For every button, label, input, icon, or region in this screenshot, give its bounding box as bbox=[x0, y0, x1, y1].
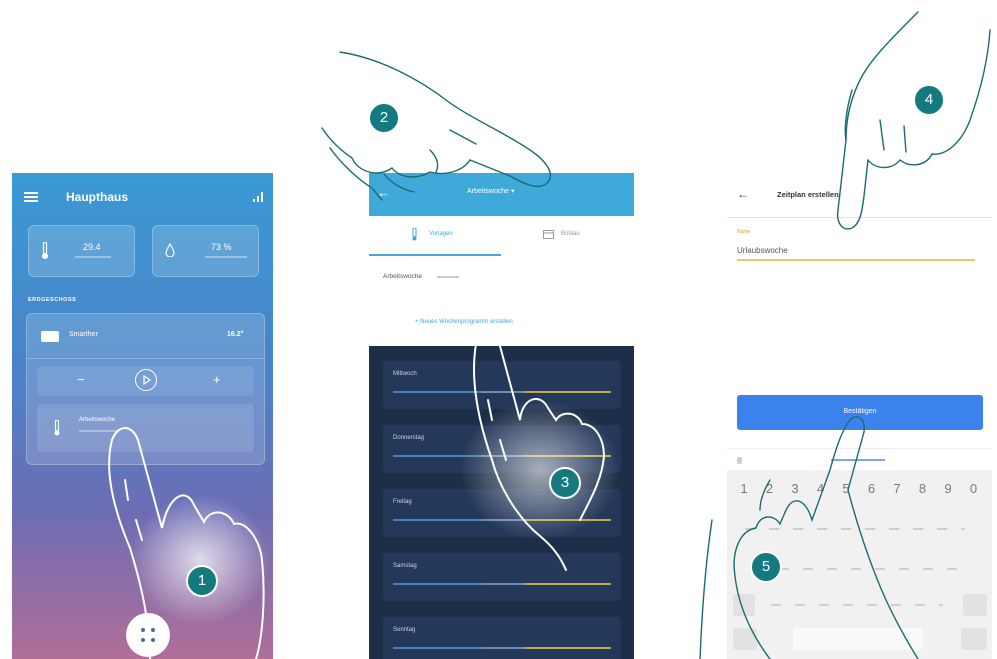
thermometer-icon bbox=[42, 242, 48, 259]
day-label: Freitag bbox=[393, 499, 412, 505]
field-label: Name bbox=[737, 229, 751, 235]
day-label: Mittwoch bbox=[393, 371, 417, 377]
key-0[interactable]: 0 bbox=[963, 476, 985, 502]
symbols-key[interactable] bbox=[733, 628, 757, 650]
back-arrow-icon[interactable]: ← bbox=[737, 187, 749, 201]
thermometer-icon bbox=[54, 420, 60, 436]
control-row: − + bbox=[37, 366, 254, 396]
backspace-key[interactable] bbox=[963, 594, 987, 616]
house-title[interactable]: Haupthaus bbox=[66, 190, 128, 204]
create-program-button[interactable]: + Neues Wochenprogramm erstellen bbox=[415, 319, 513, 325]
step-badge-3: 3 bbox=[549, 467, 581, 499]
create-program-row: + Neues Wochenprogramm erstellen bbox=[369, 298, 634, 346]
number-row: 1234567890 bbox=[727, 476, 992, 502]
tab-holiday[interactable]: Boblau bbox=[501, 216, 634, 256]
tab-program-label: Vorlagen bbox=[429, 231, 453, 237]
section-label: ERDGESCHOSS bbox=[28, 297, 77, 303]
step-badge-5: 5 bbox=[750, 551, 782, 583]
program-label: Arbeitswoche bbox=[383, 273, 423, 280]
room-temperature: 16.2° bbox=[227, 331, 244, 338]
app-header: ← Arbeitswoche ▾ bbox=[369, 173, 634, 216]
enter-key[interactable] bbox=[961, 628, 987, 650]
step-badge-2: 2 bbox=[368, 102, 400, 134]
calendar-icon bbox=[543, 230, 554, 239]
humidity-value: 73 % bbox=[211, 242, 232, 252]
key-2[interactable]: 2 bbox=[759, 476, 781, 502]
day-row-thursday[interactable]: Donnerstag bbox=[383, 425, 621, 473]
key-8[interactable]: 8 bbox=[912, 476, 934, 502]
keyboard-suggestion-bar bbox=[727, 448, 992, 471]
program-row[interactable]: Arbeitswoche bbox=[369, 256, 634, 299]
day-label: Sonntag bbox=[393, 627, 416, 633]
key-5[interactable]: 5 bbox=[835, 476, 857, 502]
day-row-saturday[interactable]: Samstag bbox=[383, 553, 621, 601]
day-row-friday[interactable]: Freitag bbox=[383, 489, 621, 537]
bottom-row bbox=[727, 626, 992, 656]
increase-button[interactable]: + bbox=[213, 372, 221, 387]
key-4[interactable]: 4 bbox=[810, 476, 832, 502]
space-key[interactable] bbox=[793, 628, 923, 650]
screen-title: Zeitplan erstellen bbox=[777, 190, 839, 199]
room-name: Smarther bbox=[69, 331, 98, 338]
program-dropdown[interactable]: Arbeitswoche ▾ bbox=[467, 187, 514, 195]
thermostat-icon bbox=[41, 331, 59, 342]
day-label: Donnerstag bbox=[393, 435, 425, 441]
temperature-card: 29.4 bbox=[28, 225, 135, 277]
shift-key[interactable] bbox=[733, 594, 755, 616]
decrease-button[interactable]: − bbox=[77, 372, 85, 387]
key-6[interactable]: 6 bbox=[861, 476, 883, 502]
step-badge-4: 4 bbox=[913, 84, 945, 116]
app-bar: ← Zeitplan erstellen bbox=[727, 173, 992, 218]
key-9[interactable]: 9 bbox=[937, 476, 959, 502]
play-mode-icon[interactable] bbox=[135, 369, 157, 391]
key-7[interactable]: 7 bbox=[886, 476, 908, 502]
drop-icon bbox=[165, 243, 175, 257]
menu-icon[interactable] bbox=[24, 192, 38, 202]
fab-button[interactable] bbox=[126, 613, 170, 657]
phone-home-screen: Haupthaus 29.4 73 % ERDGESCHOSS Smarther… bbox=[12, 173, 273, 659]
signal-icon bbox=[253, 192, 263, 202]
day-row-sunday[interactable]: Sonntag bbox=[383, 617, 621, 659]
room-row[interactable]: Smarther 16.2° bbox=[27, 314, 264, 359]
field-value: Urlaubswoche bbox=[737, 246, 788, 255]
tab-program[interactable]: Vorlagen bbox=[369, 216, 501, 256]
key-1[interactable]: 1 bbox=[733, 476, 755, 502]
day-label: Samstag bbox=[393, 563, 417, 569]
program-button[interactable]: Arbeitswoche bbox=[37, 404, 254, 452]
step-badge-1: 1 bbox=[186, 565, 218, 597]
confirm-button[interactable]: Bestätigen bbox=[737, 395, 983, 430]
program-name: Arbeitswoche bbox=[79, 417, 116, 423]
key-3[interactable]: 3 bbox=[784, 476, 806, 502]
letter-row-3 bbox=[727, 592, 992, 622]
grid-icon bbox=[141, 628, 155, 642]
name-field[interactable]: Name Urlaubswoche bbox=[737, 229, 977, 265]
phone-program-screen: ← Arbeitswoche ▾ Vorlagen Boblau Arbeits… bbox=[369, 173, 634, 659]
phone-create-schedule-screen: ← Zeitplan erstellen Name Urlaubswoche B… bbox=[727, 173, 992, 659]
tab-bar: Vorlagen Boblau bbox=[369, 216, 634, 257]
thermostat-card: Smarther 16.2° − + Arbeitswoche bbox=[26, 313, 265, 465]
back-arrow-icon[interactable]: ← bbox=[377, 185, 390, 200]
thermometer-icon bbox=[412, 228, 417, 241]
tab-holiday-label: Boblau bbox=[561, 231, 580, 237]
letter-row-1 bbox=[727, 514, 992, 554]
confirm-button-label: Bestätigen bbox=[843, 408, 877, 415]
temperature-value: 29.4 bbox=[83, 242, 101, 252]
humidity-card: 73 % bbox=[152, 225, 259, 277]
day-row-wednesday[interactable]: Mittwoch bbox=[383, 361, 621, 409]
